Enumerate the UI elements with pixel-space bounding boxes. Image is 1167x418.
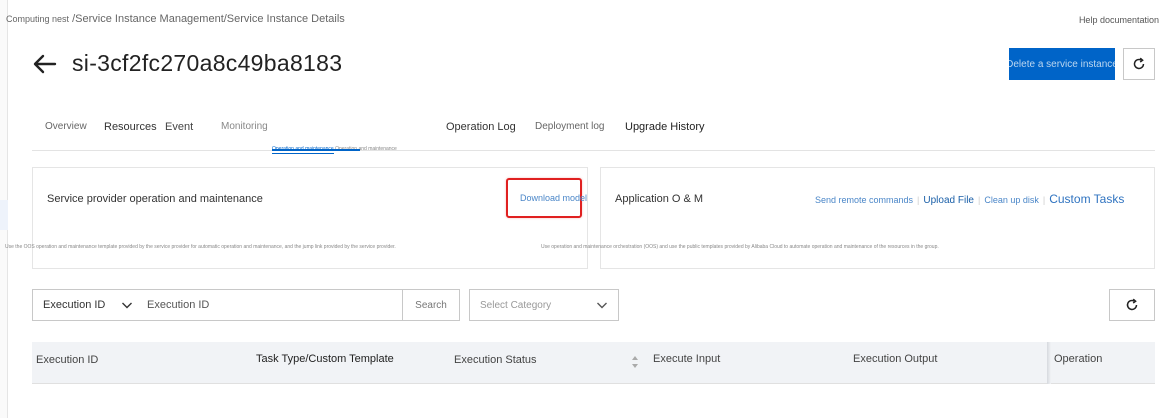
clean-up-disk-link[interactable]: Clean up disk [984,195,1039,205]
page-header: si-3cf2fc270a8c49ba8183 [32,50,342,77]
category-select-placeholder: Select Category [480,299,552,311]
chevron-down-icon [121,299,133,314]
left-rail-marker [0,200,8,230]
search-field-select-value: Execution ID [43,299,106,311]
page-title: si-3cf2fc270a8c49ba8183 [72,50,343,76]
search-button[interactable]: Search [402,289,460,321]
download-model-link[interactable]: Download model [520,193,587,203]
breadcrumb-computing-nest[interactable]: Computing nest [6,14,69,24]
breadcrumb-path[interactable]: /Service Instance Management/Service Ins… [72,13,345,25]
search-field-select[interactable]: Execution ID [32,289,142,321]
search-input[interactable] [141,289,403,321]
arrow-left-icon[interactable] [32,51,58,77]
tab-event[interactable]: Event [165,121,193,133]
tab-resources[interactable]: Resources [104,121,157,133]
active-tab-underline [272,149,360,151]
application-om-description: Use operation and maintenance orchestrat… [541,244,939,250]
chevron-down-icon [596,299,608,314]
application-om-actions: Send remote commands | Upload File | Cle… [815,192,1124,206]
tab-deployment-log[interactable]: Deployment log [535,121,604,132]
action-separator: | [977,195,981,205]
table-header: Execution ID Task Type/Custom Template E… [32,342,1155,384]
column-execute-input: Execute Input [653,353,721,365]
sort-icon[interactable] [631,355,639,374]
refresh-icon[interactable] [1123,48,1155,80]
category-select[interactable]: Select Category [469,289,619,321]
provider-om-card: Service provider operation and maintenan… [5,167,588,269]
left-rail [0,0,8,418]
tab-operation-log[interactable]: Operation Log [446,121,516,133]
column-task-type: Task Type/Custom Template [256,353,394,365]
column-execution-status: Execution Status [454,354,537,366]
send-remote-commands-link[interactable]: Send remote commands [815,195,913,205]
action-separator: | [917,195,920,205]
column-execution-id: Execution ID [36,354,99,366]
provider-om-title: Service provider operation and maintenan… [47,193,263,205]
tab-overview[interactable]: Overview [45,121,87,132]
tab-monitoring[interactable]: Monitoring [221,121,268,132]
provider-om-description: Use the OOS operation and maintenance te… [5,244,396,250]
tab-bar: Overview Resources Event Monitoring Oper… [32,110,1155,154]
upload-file-link[interactable]: Upload File [923,195,974,206]
column-execution-output: Execution Output [853,353,938,365]
column-operation: Operation [1054,353,1103,365]
custom-tasks-link[interactable]: Custom Tasks [1049,192,1124,206]
application-om-card: Application O & M Send remote commands |… [541,167,1155,269]
refresh-icon[interactable] [1109,289,1155,321]
operation-column-divider [1047,342,1051,384]
delete-service-instance-button[interactable]: Delete a service instance [1009,48,1115,80]
breadcrumb: Computing nest /Service Instance Managem… [6,13,345,25]
action-separator: | [1042,195,1046,205]
application-om-title: Application O & M [615,193,704,205]
help-documentation-link[interactable]: Help documentation [1079,15,1159,25]
tab-upgrade-history[interactable]: Upgrade History [625,121,704,133]
